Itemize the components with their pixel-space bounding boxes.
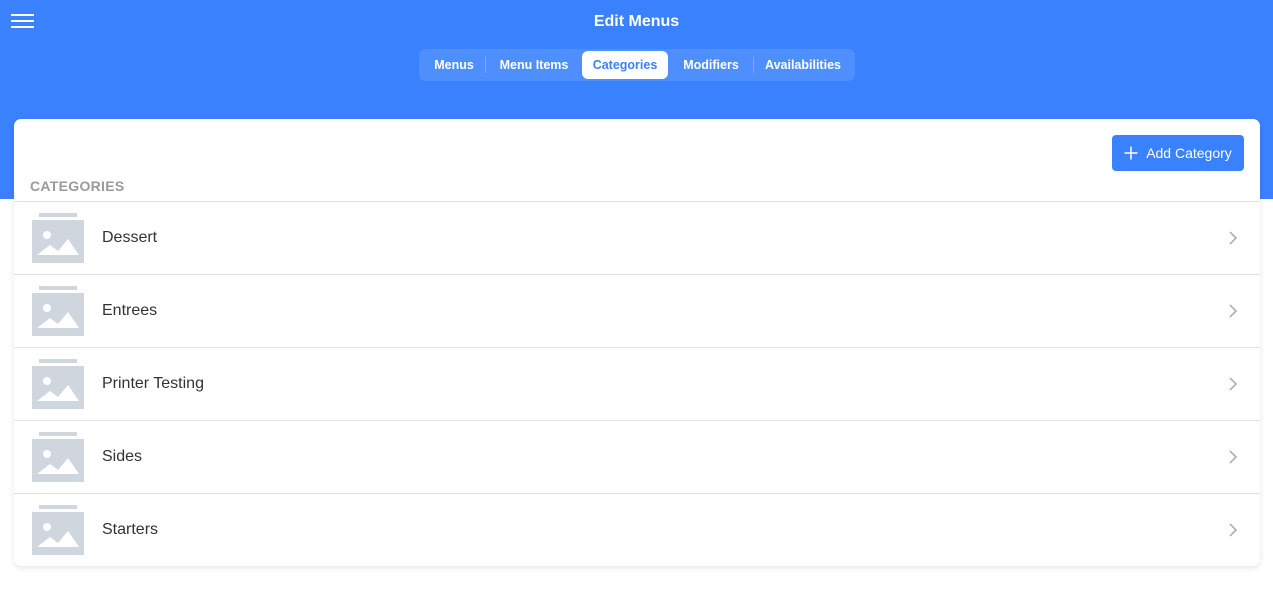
plus-icon [1124, 146, 1138, 160]
category-label: Dessert [102, 229, 158, 246]
category-row-dessert[interactable]: Dessert [14, 201, 1260, 274]
chevron-right-icon [1229, 377, 1238, 391]
categories-card: Add Category CATEGORIES Dessert Entrees [14, 119, 1260, 566]
category-row-starters[interactable]: Starters [14, 493, 1260, 566]
tab-modifiers[interactable]: Modifiers [668, 51, 754, 79]
tab-bar: Menus Menu Items Categories Modifiers Av… [419, 49, 855, 81]
category-row-printer-testing[interactable]: Printer Testing [14, 347, 1260, 420]
category-label: Starters [102, 521, 159, 538]
category-label: Entrees [102, 302, 158, 319]
chevron-right-icon [1229, 231, 1238, 245]
chevron-right-icon [1229, 450, 1238, 464]
image-placeholder-icon [32, 213, 84, 263]
image-placeholder-icon [32, 505, 84, 555]
tab-menus[interactable]: Menus [422, 51, 486, 79]
add-category-button[interactable]: Add Category [1112, 135, 1244, 171]
image-placeholder-icon [32, 359, 84, 409]
image-placeholder-icon [32, 286, 84, 336]
section-heading: CATEGORIES [30, 178, 125, 194]
category-label: Sides [102, 448, 143, 465]
category-label: Printer Testing [102, 375, 204, 392]
tab-menu-items[interactable]: Menu Items [486, 51, 582, 79]
category-row-sides[interactable]: Sides [14, 420, 1260, 493]
category-row-entrees[interactable]: Entrees [14, 274, 1260, 347]
chevron-right-icon [1229, 523, 1238, 537]
category-list: Dessert Entrees Printer Testing Sides St… [14, 201, 1260, 566]
tab-categories[interactable]: Categories [582, 51, 668, 79]
page-title: Edit Menus [593, 13, 680, 30]
add-category-label: Add Category [1146, 145, 1232, 161]
tab-availabilities[interactable]: Availabilities [754, 51, 852, 79]
chevron-right-icon [1229, 304, 1238, 318]
image-placeholder-icon [32, 432, 84, 482]
